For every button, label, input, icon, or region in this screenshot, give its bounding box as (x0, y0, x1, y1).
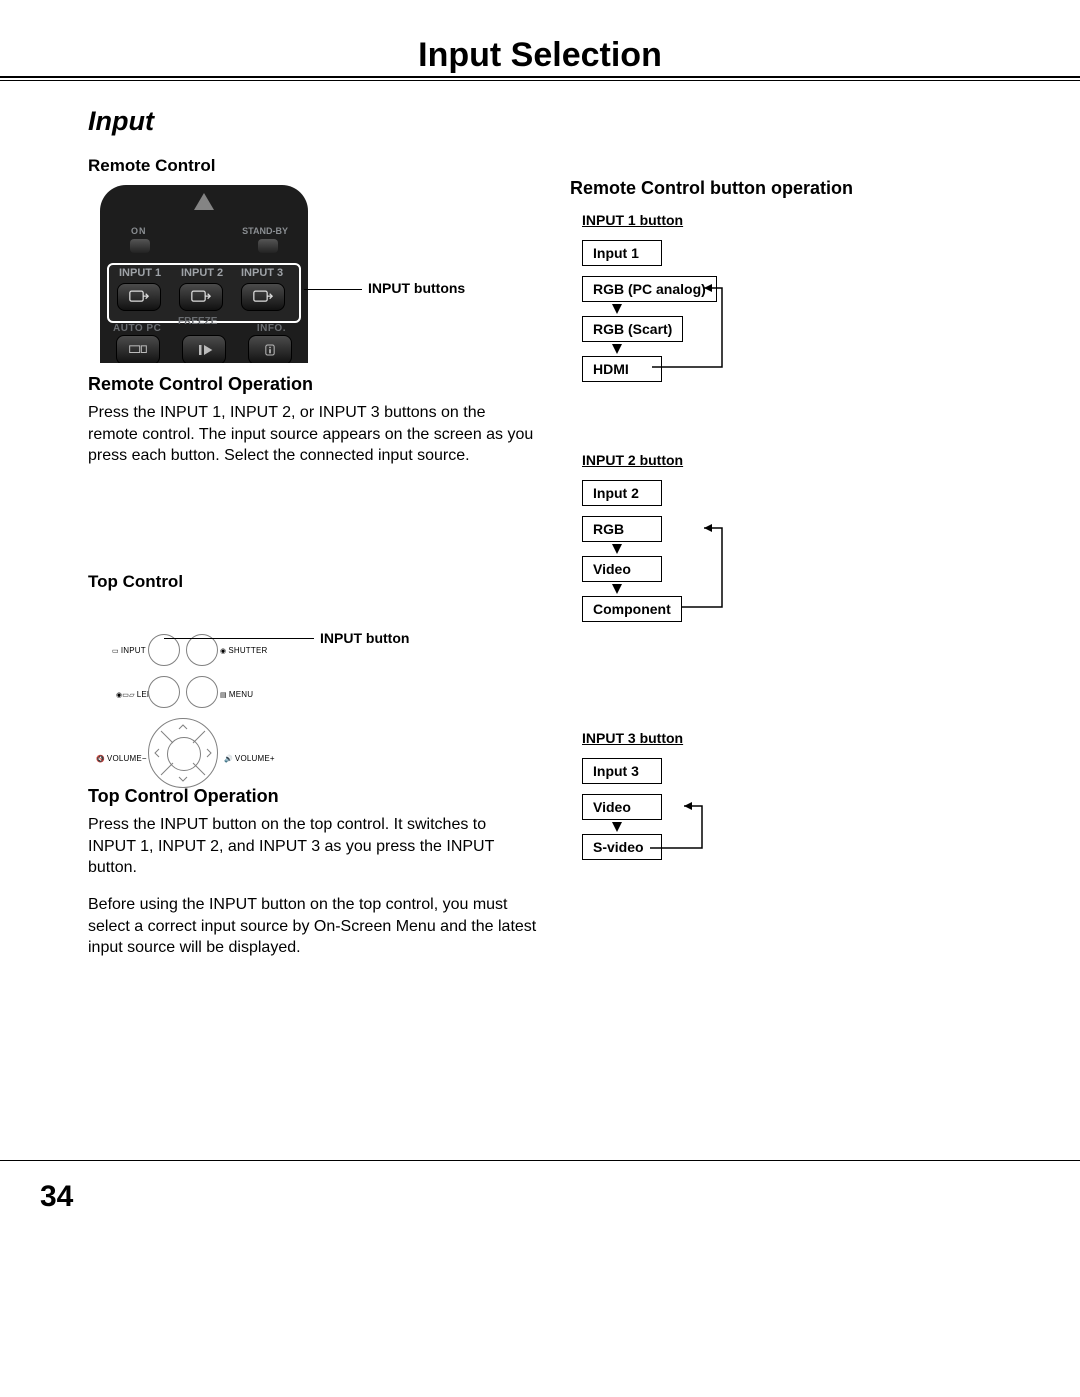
topctrl-volminus-label: 🔇VOLUME− (96, 754, 147, 763)
page-number: 34 (40, 1180, 73, 1214)
divider (0, 80, 1080, 81)
section-title: Input (88, 106, 154, 137)
heading-remote-control-button-operation: Remote Control button operation (570, 178, 853, 199)
loop-arrow-icon (582, 452, 902, 632)
remote-input2-button (179, 283, 223, 311)
remote-on-label: ON (131, 226, 147, 236)
paragraph-top-control-op-1: Press the INPUT button on the top contro… (88, 814, 538, 879)
remote-input1-button (117, 283, 161, 311)
topctrl-menu-button (186, 676, 218, 708)
remote-input3-button (241, 283, 285, 311)
chapter-title: Input Selection (0, 36, 1080, 75)
topctrl-lens-button (148, 676, 180, 708)
remote-freeze-label: FREEZE (178, 316, 217, 327)
remote-autopc-label: AUTO PC (113, 323, 161, 334)
topctrl-input-label: ▭INPUT (112, 646, 146, 655)
loop-arrow-icon (582, 730, 902, 870)
leader-line (164, 638, 314, 639)
remote-input3-label: INPUT 3 (241, 267, 283, 279)
input-buttons-highlight: INPUT 1 INPUT 2 INPUT 3 (107, 263, 301, 323)
divider (0, 1160, 1080, 1161)
remote-standby-label: STAND-BY (242, 226, 288, 236)
callout-input-buttons: INPUT buttons (368, 280, 465, 296)
remote-standby-button (258, 239, 278, 253)
input2-diagram: INPUT 2 button Input 2 RGB Video Compone… (582, 452, 902, 662)
warning-icon (194, 193, 214, 210)
remote-autopc-button (116, 335, 160, 363)
remote-on-button (130, 239, 150, 253)
remote-info-button (248, 335, 292, 363)
remote-input1-label: INPUT 1 (119, 267, 161, 279)
leader-line (304, 289, 362, 290)
divider (0, 76, 1080, 78)
remote-freeze-button (182, 335, 226, 363)
paragraph-remote-control-operation: Press the INPUT 1, INPUT 2, or INPUT 3 b… (88, 402, 538, 467)
heading-remote-control-operation: Remote Control Operation (88, 374, 313, 395)
heading-remote-control: Remote Control (88, 156, 216, 176)
heading-top-control-operation: Top Control Operation (88, 786, 279, 807)
input3-diagram: INPUT 3 button Input 3 Video S-video (582, 730, 902, 890)
remote-control-illustration: ON STAND-BY INPUT 1 INPUT 2 INPUT 3 AUTO… (100, 185, 308, 363)
topctrl-shutter-label: ◉SHUTTER (220, 646, 268, 655)
callout-input-button: INPUT button (320, 630, 409, 646)
loop-arrow-icon (582, 212, 902, 382)
heading-top-control: Top Control (88, 572, 183, 592)
topctrl-menu-label: ▤MENU (220, 690, 253, 699)
paragraph-top-control-op-2: Before using the INPUT button on the top… (88, 894, 548, 959)
remote-info-label: INFO. (257, 323, 286, 334)
input1-diagram: INPUT 1 button Input 1 RGB (PC analog) R… (582, 212, 902, 402)
topctrl-dpad (148, 718, 218, 788)
topctrl-volplus-label: 🔊VOLUME+ (224, 754, 275, 763)
remote-input2-label: INPUT 2 (181, 267, 223, 279)
